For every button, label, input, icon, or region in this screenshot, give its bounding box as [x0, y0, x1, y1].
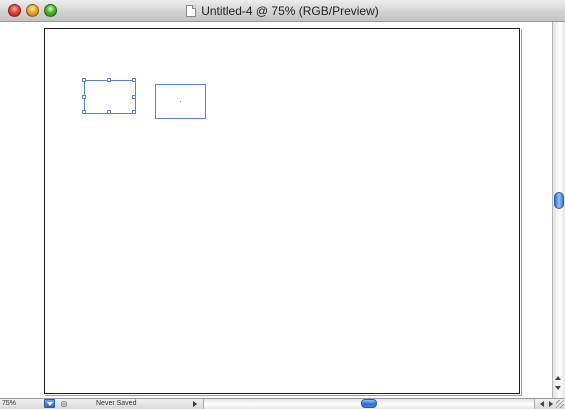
zoom-level-field[interactable]: 75%: [2, 399, 42, 409]
center-point: [180, 101, 181, 102]
scroll-left-icon[interactable]: [540, 401, 544, 407]
handle-middle-right[interactable]: [132, 95, 136, 99]
scroll-right-icon[interactable]: [549, 401, 553, 407]
handle-bottom-right[interactable]: [132, 110, 136, 114]
rectangle-shape[interactable]: [155, 84, 206, 119]
info-icon[interactable]: ◎: [59, 399, 69, 409]
scroll-up-icon[interactable]: [555, 376, 561, 380]
handle-bottom-middle[interactable]: [107, 110, 111, 114]
document-window: Untitled-4 @ 75% (RGB/Preview) 75% ◎ Nev…: [0, 0, 565, 409]
horizontal-scroll-thumb[interactable]: [361, 399, 377, 408]
canvas-area[interactable]: [0, 22, 552, 398]
chevron-down-icon[interactable]: [44, 399, 55, 408]
status-menu-icon[interactable]: [193, 401, 197, 407]
vertical-scrollbar[interactable]: [552, 22, 565, 398]
handle-middle-left[interactable]: [82, 95, 86, 99]
handle-top-middle[interactable]: [107, 78, 111, 82]
window-title: Untitled-4 @ 75% (RGB/Preview): [201, 4, 379, 18]
handle-bottom-left[interactable]: [82, 110, 86, 114]
status-text: Never Saved: [96, 400, 137, 407]
window-title-wrap: Untitled-4 @ 75% (RGB/Preview): [0, 0, 565, 22]
document-icon: [186, 5, 197, 17]
scroll-down-icon[interactable]: [555, 386, 561, 390]
title-bar[interactable]: Untitled-4 @ 75% (RGB/Preview): [0, 0, 565, 22]
handle-top-left[interactable]: [82, 78, 86, 82]
selected-rectangle[interactable]: [82, 78, 136, 114]
horizontal-scrollbar[interactable]: [203, 399, 535, 409]
resize-grip-icon[interactable]: [556, 400, 564, 408]
status-bar: 75% ◎ Never Saved: [0, 398, 565, 409]
handle-top-right[interactable]: [132, 78, 136, 82]
vertical-scroll-thumb[interactable]: [554, 192, 564, 209]
